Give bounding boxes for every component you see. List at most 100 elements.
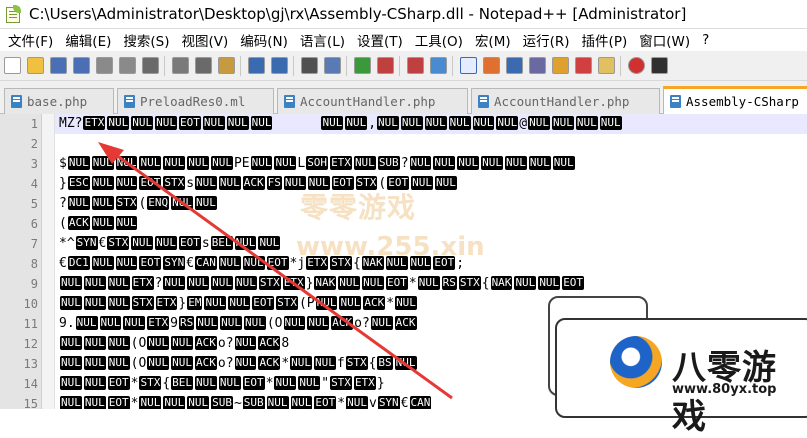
menu-item-3[interactable]: 视图(V): [176, 30, 235, 50]
menu-item-10[interactable]: 插件(P): [576, 30, 634, 50]
indent-guide-icon[interactable]: [506, 57, 523, 74]
text-token: {: [481, 276, 490, 291]
control-char-token: SUB: [211, 396, 233, 409]
menu-item-7[interactable]: 工具(O): [409, 30, 469, 50]
control-char-token: ENQ: [147, 196, 170, 210]
control-char-token: NUL: [155, 236, 177, 250]
toolbar-separator: [346, 55, 347, 76]
redo-icon[interactable]: [271, 57, 288, 74]
control-char-token: SYN: [377, 396, 400, 409]
tab-3[interactable]: AccountHandler.php: [471, 88, 660, 114]
control-char-token: NUL: [107, 296, 130, 310]
control-char-token: SUB: [242, 396, 265, 409]
control-char-token: NUL: [234, 236, 257, 250]
control-char-token: STX: [115, 196, 138, 210]
close-icon[interactable]: [96, 57, 113, 74]
menu-item-2[interactable]: 搜索(S): [117, 30, 175, 50]
control-char-token: NUL: [187, 396, 210, 409]
sync-v-icon[interactable]: [407, 57, 424, 74]
control-char-token: SYN: [75, 236, 98, 250]
sync-h-icon[interactable]: [430, 57, 447, 74]
control-char-token: NUL: [91, 156, 114, 170]
zoom-out-icon[interactable]: [377, 57, 394, 74]
text-token: L: [297, 156, 306, 171]
toolbar-separator: [240, 55, 241, 76]
text-token: (O: [130, 356, 147, 371]
new-file-icon[interactable]: [4, 57, 21, 74]
line-text: (ACK NUL NUL: [59, 215, 138, 233]
control-char-token: NUL: [60, 356, 82, 370]
copy-icon[interactable]: [195, 57, 212, 74]
control-char-token: SUB: [377, 156, 400, 170]
function-list-icon[interactable]: [552, 57, 569, 74]
control-char-token: NUL: [60, 376, 82, 390]
tab-label: Assembly-CSharp: [686, 94, 799, 109]
paste-icon[interactable]: [218, 57, 235, 74]
record-macro-icon[interactable]: [628, 57, 645, 74]
menu-item-5[interactable]: 语言(L): [294, 30, 351, 50]
tab-1[interactable]: PreloadRes0.ml: [117, 88, 274, 114]
monitor-icon[interactable]: [598, 57, 615, 74]
undo-icon[interactable]: [248, 57, 265, 74]
tab-4[interactable]: Assembly-CSharp: [663, 86, 807, 114]
control-char-token: EOT: [178, 236, 201, 250]
print-icon[interactable]: [142, 57, 159, 74]
tab-2[interactable]: AccountHandler.php: [277, 88, 468, 114]
doc-map-icon[interactable]: [529, 57, 546, 74]
menu-item-11[interactable]: 窗口(W): [633, 30, 696, 50]
open-file-icon[interactable]: [27, 57, 44, 74]
word-wrap-icon[interactable]: [460, 57, 477, 74]
control-char-token: NUL: [528, 116, 550, 130]
text-token: s: [186, 176, 195, 191]
stop-macro-icon[interactable]: [651, 57, 668, 74]
control-char-token: NUL: [91, 196, 114, 210]
control-char-token: NUL: [575, 116, 598, 130]
cut-icon[interactable]: [172, 57, 189, 74]
control-char-token: NUL: [83, 376, 106, 390]
control-char-token: NUL: [204, 296, 227, 310]
control-char-token: NUL: [195, 376, 217, 390]
control-char-token: EOT: [139, 176, 162, 190]
control-char-token: NUL: [187, 276, 210, 290]
control-char-token: FS: [266, 176, 282, 190]
close-all-icon[interactable]: [119, 57, 136, 74]
control-char-token: EOT: [386, 276, 408, 290]
text-token: o?: [217, 336, 234, 351]
control-char-token: NUL: [228, 296, 251, 310]
line-number: 3: [30, 157, 38, 171]
window-title: C:\Users\Administrator\Desktop\gj\rx\Ass…: [29, 5, 687, 23]
text-token: *: [281, 356, 290, 371]
line-text: 9. NUL NUL NUL ETX 9 RS NUL NUL NUL (O NUL NUL ACK o? N…: [59, 315, 418, 333]
control-char-token: NUL: [60, 396, 82, 409]
menu-item-8[interactable]: 宏(M): [469, 30, 517, 50]
save-all-icon[interactable]: [73, 57, 90, 74]
find-icon[interactable]: [301, 57, 318, 74]
menu-item-6[interactable]: 设置(T): [351, 30, 409, 50]
text-token: *: [265, 376, 274, 391]
control-char-token: NUL: [115, 256, 138, 270]
line-text: ? NUL NUL STX(ENQ NUL NUL: [59, 195, 218, 213]
control-char-token: ETX: [330, 156, 352, 170]
zoom-in-icon[interactable]: [354, 57, 371, 74]
show-all-icon[interactable]: [483, 57, 500, 74]
tab-0[interactable]: base.php: [4, 88, 114, 114]
file-saved-icon: [284, 95, 295, 108]
menu-item-0[interactable]: 文件(F): [0, 30, 59, 50]
control-char-token: STX: [131, 296, 154, 310]
save-icon[interactable]: [50, 57, 67, 74]
control-char-token: NUL: [195, 196, 217, 210]
menu-item-4[interactable]: 编码(N): [234, 30, 294, 50]
control-char-token: NUL: [107, 276, 130, 290]
control-char-token: NUL: [417, 276, 440, 290]
line-text: NUL NUL EOT * NUL NUL NUL SUB ~ SUB NUL NUL EOT * NUL v…: [59, 395, 432, 409]
menu-item-12[interactable]: ?: [696, 32, 715, 48]
replace-icon[interactable]: [324, 57, 341, 74]
control-char-token: NUL: [234, 356, 257, 370]
text-token: {: [368, 356, 377, 371]
menu-item-9[interactable]: 运行(R): [517, 30, 576, 50]
control-char-token: NUL: [163, 276, 186, 290]
control-char-token: NUL: [163, 396, 186, 409]
menu-item-1[interactable]: 编辑(E): [59, 30, 117, 50]
folder-workspace-icon[interactable]: [575, 57, 592, 74]
